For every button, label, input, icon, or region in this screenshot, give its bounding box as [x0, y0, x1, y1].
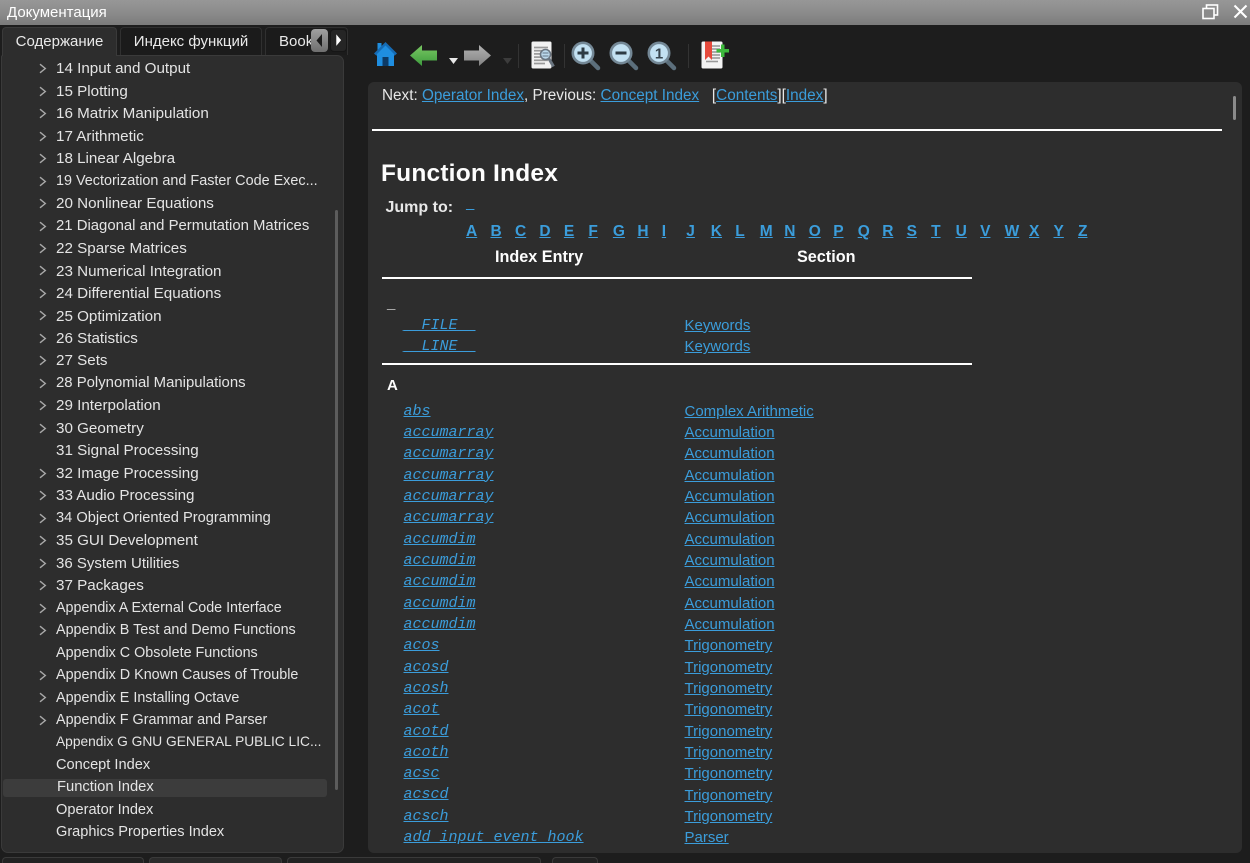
- svg-text:1: 1: [655, 45, 663, 62]
